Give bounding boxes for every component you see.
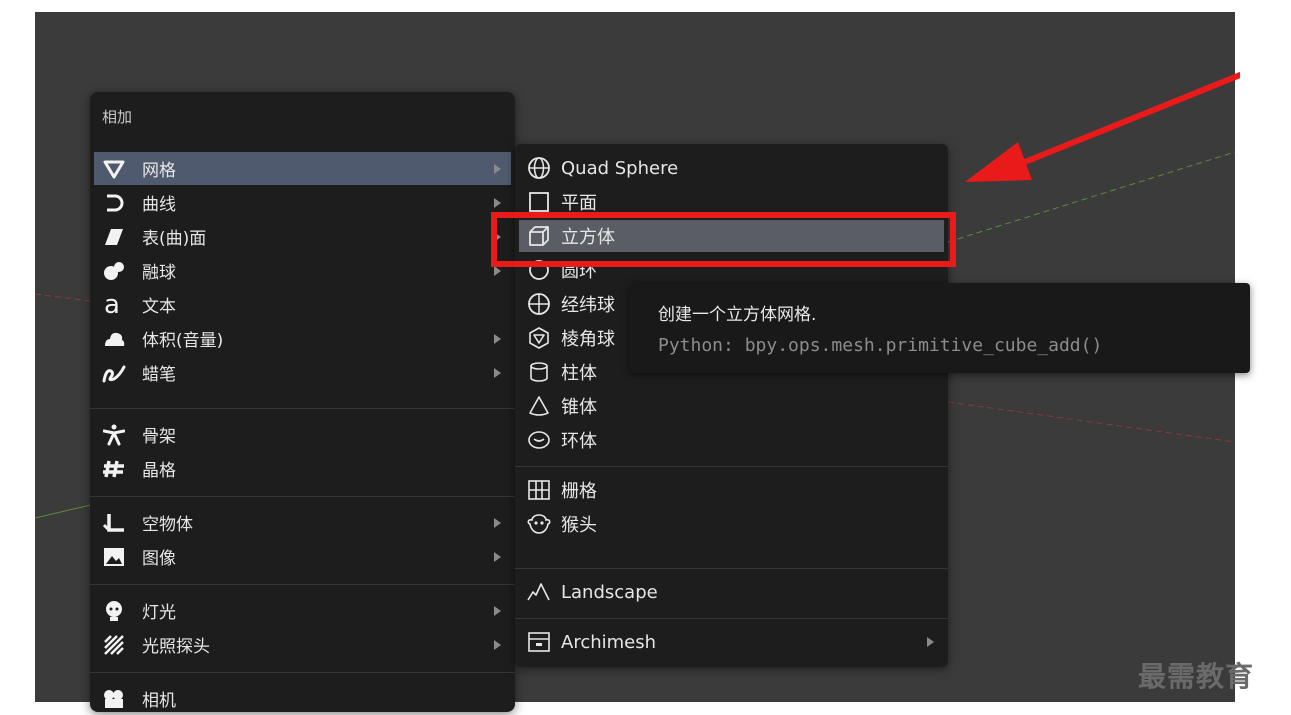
landscape-icon [521, 580, 557, 604]
lattice-icon [96, 459, 132, 479]
tooltip-description: 创建一个立方体网格. [658, 305, 817, 325]
armature-icon [96, 424, 132, 446]
tooltip-python: Python: bpy.ops.mesh.primitive_cube_add(… [658, 335, 1103, 356]
submenu-arrow-icon [494, 163, 501, 174]
uv-sphere-icon [521, 292, 557, 316]
menu-item-label: 晶格 [142, 461, 176, 481]
submenu-item-landscape[interactable]: Landscape [519, 576, 944, 608]
submenu-item-label: 环体 [561, 431, 597, 452]
submenu-arrow-icon [494, 367, 501, 378]
menu-item-armature[interactable]: 骨架 [94, 418, 511, 451]
menu-item-grease-pencil[interactable]: 蜡笔 [94, 356, 511, 389]
grease-pencil-icon [96, 363, 132, 383]
menu-item-curve[interactable]: 曲线 [94, 186, 511, 219]
text-icon: a [96, 293, 132, 317]
submenu-arrow-icon [494, 265, 501, 276]
light-probe-icon [96, 634, 132, 656]
menu-item-camera[interactable]: 相机 [94, 682, 511, 715]
light-icon [96, 600, 132, 622]
submenu-arrow-icon [927, 637, 934, 647]
submenu-item-label: Landscape [561, 581, 658, 603]
volume-icon [96, 329, 132, 349]
menu-separator [90, 408, 515, 409]
menu-item-label: 体积(音量) [142, 331, 224, 351]
monkey-icon [521, 512, 557, 536]
submenu-item-label: 经纬球 [561, 295, 615, 316]
menu-item-label: 蜡笔 [142, 365, 176, 385]
plane-icon [521, 190, 557, 214]
watermark: 最需教育 [1138, 660, 1255, 693]
svg-text:a: a [104, 293, 120, 317]
menu-item-label: 文本 [142, 297, 176, 317]
menu-item-light-probe[interactable]: 光照探头 [94, 628, 511, 661]
submenu-item-archimesh[interactable]: Archimesh [519, 626, 944, 658]
add-menu-title: 相加 [102, 108, 133, 126]
menu-item-volume[interactable]: 体积(音量) [94, 322, 511, 355]
submenu-arrow-icon [494, 333, 501, 344]
curve-icon [96, 193, 132, 213]
submenu-item-monkey[interactable]: 猴头 [519, 508, 944, 540]
submenu-item-label: 猴头 [561, 515, 597, 536]
submenu-item-grid[interactable]: 栅格 [519, 474, 944, 506]
menu-item-label: 灯光 [142, 603, 176, 623]
ico-sphere-icon [521, 326, 557, 350]
quad-sphere-icon [521, 156, 557, 180]
menu-separator [90, 584, 515, 585]
menu-item-label: 图像 [142, 549, 176, 569]
menu-item-label: 光照探头 [142, 637, 210, 657]
menu-item-label: 曲线 [142, 195, 176, 215]
submenu-item-label: Quad Sphere [561, 157, 679, 179]
annotation-highlight-box [491, 212, 956, 267]
menu-item-surface[interactable]: 表(曲)面 [94, 220, 511, 253]
mesh-icon [96, 159, 132, 179]
menu-separator [90, 496, 515, 497]
menu-item-metaball[interactable]: 融球 [94, 254, 511, 287]
submenu-arrow-icon [494, 517, 501, 528]
torus-icon [521, 428, 557, 452]
submenu-item-label: 锥体 [561, 397, 597, 418]
surface-icon [96, 227, 132, 247]
submenu-arrow-icon [494, 605, 501, 616]
submenu-arrow-icon [494, 551, 501, 562]
menu-item-label: 骨架 [142, 427, 176, 447]
menu-separator [515, 618, 948, 619]
annotation-arrow-icon [965, 72, 1240, 182]
cone-icon [521, 394, 557, 418]
submenu-arrow-icon [494, 639, 501, 650]
image-icon [96, 547, 132, 567]
submenu-item-label: 棱角球 [561, 329, 615, 350]
cube-tooltip: 创建一个立方体网格. Python: bpy.ops.mesh.primitiv… [630, 283, 1250, 373]
camera-icon [96, 689, 132, 709]
submenu-item-label: 栅格 [561, 481, 597, 502]
metaball-icon [96, 261, 132, 281]
submenu-item-label: Archimesh [561, 631, 657, 653]
archimesh-icon [521, 630, 557, 654]
menu-separator [515, 466, 948, 467]
menu-item-label: 表(曲)面 [142, 229, 207, 249]
submenu-item-label: 柱体 [561, 363, 597, 384]
menu-item-image[interactable]: 图像 [94, 540, 511, 573]
menu-separator [515, 568, 948, 569]
submenu-item-quad-sphere[interactable]: Quad Sphere [519, 152, 944, 184]
menu-item-label: 空物体 [142, 515, 193, 535]
menu-item-lattice[interactable]: 晶格 [94, 452, 511, 485]
menu-item-text[interactable]: a 文本 [94, 288, 511, 321]
menu-item-label: 网格 [142, 161, 176, 181]
menu-separator [90, 672, 515, 673]
menu-item-label: 相机 [142, 691, 176, 711]
submenu-arrow-icon [494, 197, 501, 208]
menu-item-empty[interactable]: 空物体 [94, 506, 511, 539]
grid-icon [521, 478, 557, 502]
submenu-item-torus[interactable]: 环体 [519, 424, 944, 456]
submenu-item-cone[interactable]: 锥体 [519, 390, 944, 422]
menu-item-light[interactable]: 灯光 [94, 594, 511, 627]
empty-icon [96, 513, 132, 533]
cylinder-icon [521, 360, 557, 384]
menu-item-label: 融球 [142, 263, 176, 283]
add-menu: 相加 网格 曲线 表(曲)面 融球 a 文本 体积(音量) 蜡笔 骨架 晶格 空… [90, 92, 515, 712]
menu-item-mesh[interactable]: 网格 [94, 152, 511, 185]
